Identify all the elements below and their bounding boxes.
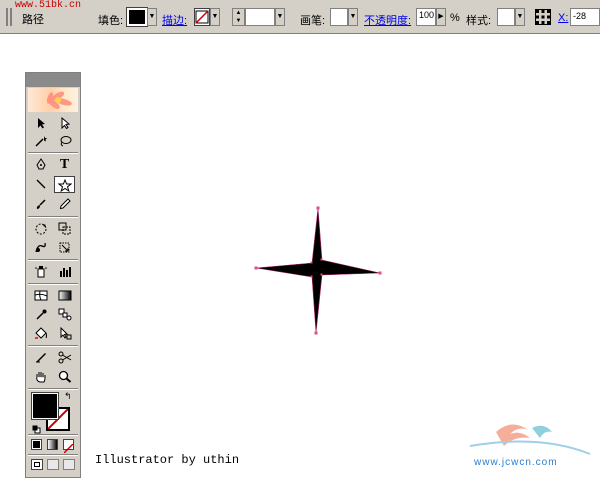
- anchor-point[interactable]: [254, 266, 258, 270]
- anchor-point[interactable]: [378, 271, 382, 275]
- opacity-arrow[interactable]: ▶: [436, 8, 446, 26]
- style-dropdown[interactable]: ▼: [515, 8, 525, 26]
- x-coordinate-value: -28: [573, 11, 587, 21]
- canvas-caption: Illustrator by uthin: [95, 453, 240, 467]
- fill-dropdown[interactable]: ▼: [147, 8, 157, 26]
- watermark-text: www.51bk.cn: [15, 0, 82, 11]
- anchor-point[interactable]: [310, 261, 313, 264]
- anchor-point[interactable]: [320, 258, 323, 261]
- anchor-point[interactable]: [314, 331, 318, 335]
- anchor-point[interactable]: [316, 206, 320, 210]
- style-label: 样式:: [466, 15, 492, 27]
- stroke-swatch[interactable]: [194, 8, 210, 26]
- control-bar: www.51bk.cn 路径 填色: ▼ 描边: ▼ ▲ ▼ ▼ 画笔: ▼ 不透…: [0, 0, 600, 34]
- no-stroke-icon: [195, 10, 209, 24]
- stroke-weight-stepper[interactable]: ▲ ▼: [232, 8, 245, 26]
- panel-grip[interactable]: [6, 8, 12, 26]
- opacity-value: 100: [419, 10, 435, 20]
- x-coordinate-label[interactable]: X:: [558, 12, 568, 24]
- style-field[interactable]: [497, 8, 515, 26]
- four-point-star-shape[interactable]: [255, 207, 381, 334]
- stroke-weight-dropdown[interactable]: ▼: [275, 8, 285, 26]
- x-coordinate-field[interactable]: -28: [570, 8, 600, 26]
- fill-swatch[interactable]: [126, 7, 148, 27]
- brush-field[interactable]: [330, 8, 348, 26]
- stroke-dropdown[interactable]: ▼: [210, 8, 220, 26]
- transform-grid-icon[interactable]: [535, 9, 551, 25]
- opacity-label[interactable]: 不透明度:: [364, 12, 411, 28]
- site-logo-text: www.jcwcn.com: [474, 457, 558, 468]
- stroke-weight-field[interactable]: [245, 8, 275, 26]
- opacity-unit: %: [450, 12, 460, 24]
- panel-label: 路径: [22, 14, 44, 26]
- fill-label: 填色:: [98, 15, 124, 27]
- brush-dropdown[interactable]: ▼: [348, 8, 358, 26]
- anchor-point[interactable]: [320, 273, 323, 276]
- artboard-canvas[interactable]: [0, 34, 600, 481]
- jcwcn-logo-icon: [469, 424, 591, 455]
- stroke-label[interactable]: 描边:: [162, 12, 187, 28]
- anchor-point[interactable]: [310, 275, 313, 278]
- brush-label: 画笔:: [300, 15, 326, 27]
